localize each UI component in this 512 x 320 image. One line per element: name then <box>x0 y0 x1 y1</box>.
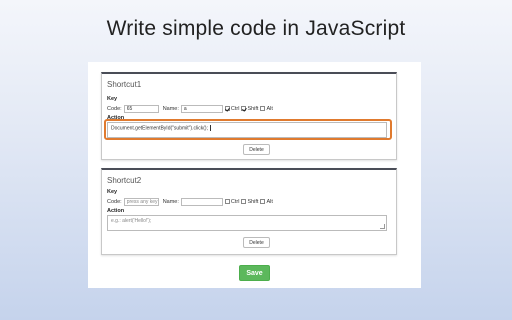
name-label: Name: <box>162 198 179 205</box>
shortcut-title: Shortcut1 <box>107 80 142 89</box>
name-label: Name: <box>162 105 179 112</box>
alt-label: Alt <box>266 198 273 205</box>
key-label: Key <box>107 189 118 195</box>
shortcut-title: Shortcut2 <box>107 176 142 185</box>
shift-checkbox[interactable] <box>241 106 247 111</box>
action-textarea[interactable]: e.g.: alert('Hello!'); <box>107 215 387 231</box>
shift-label: Shift <box>247 105 259 112</box>
ctrl-label: Ctrl <box>230 198 240 205</box>
delete-button[interactable]: Delete <box>243 237 270 248</box>
ctrl-checkbox[interactable] <box>224 199 230 204</box>
alt-checkbox[interactable] <box>260 199 266 204</box>
name-input[interactable] <box>180 197 223 206</box>
action-label: Action <box>107 208 125 214</box>
resize-grip-icon[interactable] <box>380 224 385 229</box>
key-row: Code: press any key Name: Ctrl Shift Alt <box>107 197 273 206</box>
code-label: Code: <box>107 198 122 205</box>
key-label: Key <box>107 96 118 102</box>
name-input[interactable]: a <box>180 104 223 113</box>
save-button[interactable]: Save <box>239 265 270 281</box>
delete-button[interactable]: Delete <box>243 144 270 155</box>
settings-panel: Shortcut1 Key Code: 65 Name: a Ctrl Shif… <box>88 62 421 288</box>
alt-checkbox[interactable] <box>260 106 266 111</box>
headline: Write simple code in JavaScript <box>106 17 406 40</box>
key-row: Code: 65 Name: a Ctrl Shift Alt <box>107 104 273 113</box>
ctrl-checkbox[interactable] <box>224 106 230 111</box>
shortcut-card-2: Shortcut2 Key Code: press any key Name: … <box>101 168 397 255</box>
shortcut-card-1: Shortcut1 Key Code: 65 Name: a Ctrl Shif… <box>101 72 397 160</box>
code-input[interactable]: 65 <box>123 104 159 113</box>
code-label: Code: <box>107 105 122 112</box>
shift-checkbox[interactable] <box>241 199 247 204</box>
action-placeholder: e.g.: alert('Hello!'); <box>111 218 152 224</box>
code-input[interactable]: press any key <box>123 197 159 206</box>
ctrl-label: Ctrl <box>230 105 240 112</box>
shift-label: Shift <box>247 198 259 205</box>
focus-highlight <box>104 119 392 140</box>
alt-label: Alt <box>266 105 273 112</box>
